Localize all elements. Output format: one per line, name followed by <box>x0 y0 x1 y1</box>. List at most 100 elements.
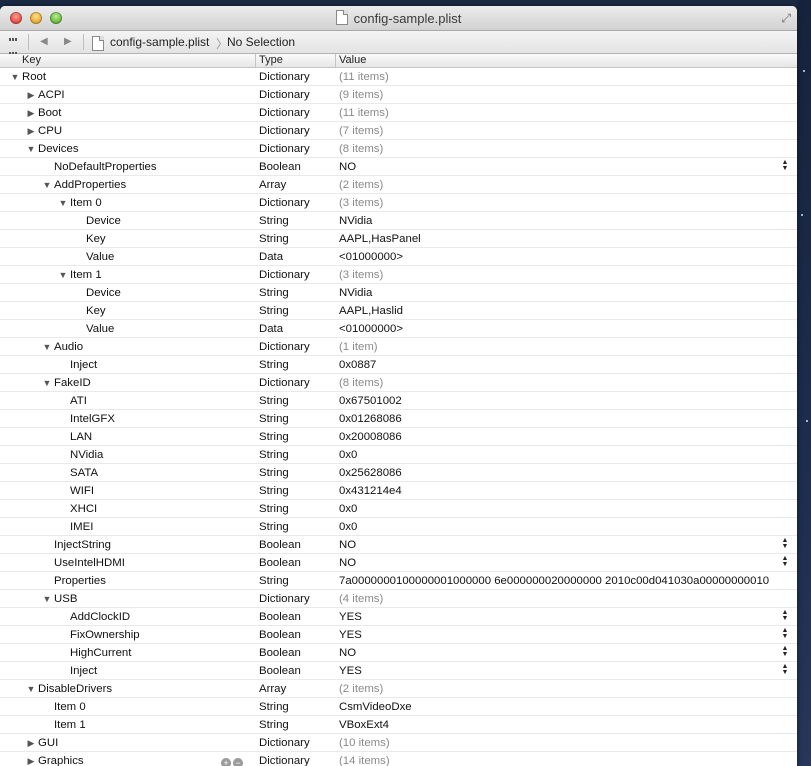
row-key[interactable]: Item 1 <box>70 266 102 284</box>
row-type[interactable]: String <box>259 212 289 230</box>
disclosure-collapsed-icon[interactable]: ▶ <box>26 752 36 766</box>
row-type[interactable]: Dictionary <box>259 338 310 356</box>
row-value[interactable]: 0x0 <box>339 518 357 536</box>
row-key[interactable]: SATA <box>70 464 98 482</box>
row-key[interactable]: Device <box>86 284 121 302</box>
row-type[interactable]: Dictionary <box>259 266 310 284</box>
value-popup-stepper-icon[interactable]: ▲ ▼ <box>781 537 789 550</box>
row-type[interactable]: String <box>259 518 289 536</box>
table-row[interactable]: HighCurrent Boolean NO ▲ ▼ <box>0 644 797 662</box>
row-value[interactable]: 0x0 <box>339 446 357 464</box>
disclosure-expanded-icon[interactable]: ▼ <box>58 194 68 212</box>
row-value[interactable]: 0x431214e4 <box>339 482 402 500</box>
row-key[interactable]: Properties <box>54 572 106 590</box>
row-value[interactable]: CsmVideoDxe <box>339 698 412 716</box>
disclosure-expanded-icon[interactable]: ▼ <box>42 374 52 392</box>
row-key[interactable]: HighCurrent <box>70 644 131 662</box>
row-type[interactable]: Array <box>259 680 286 698</box>
table-row[interactable]: ▶ ACPI Dictionary (9 items) <box>0 86 797 104</box>
row-key[interactable]: ACPI <box>38 86 65 104</box>
add-item-icon[interactable]: + <box>221 758 231 766</box>
row-type[interactable]: Boolean <box>259 644 301 662</box>
row-value[interactable]: 0x0 <box>339 500 357 518</box>
row-type[interactable]: String <box>259 230 289 248</box>
column-header-key[interactable]: Key <box>22 54 41 67</box>
table-row[interactable]: Value Data <01000000> <box>0 248 797 266</box>
row-value[interactable]: <01000000> <box>339 320 403 338</box>
row-key[interactable]: NoDefaultProperties <box>54 158 157 176</box>
row-key[interactable]: Graphics <box>38 752 84 766</box>
row-key[interactable]: Item 0 <box>70 194 102 212</box>
row-type[interactable]: Data <box>259 320 283 338</box>
title-bar[interactable]: config-sample.plist ⤢ <box>0 6 797 31</box>
table-row[interactable]: ▶ GUI Dictionary (10 items) <box>0 734 797 752</box>
row-type[interactable]: String <box>259 698 289 716</box>
row-value[interactable]: 0x20008086 <box>339 428 402 446</box>
row-value[interactable]: YES <box>339 608 362 626</box>
forward-arrow-icon[interactable]: ▶ <box>64 36 72 47</box>
row-key[interactable]: AddClockID <box>70 608 130 626</box>
table-row[interactable]: FixOwnership Boolean YES ▲ ▼ <box>0 626 797 644</box>
disclosure-expanded-icon[interactable]: ▼ <box>42 590 52 608</box>
row-type[interactable]: String <box>259 284 289 302</box>
value-popup-stepper-icon[interactable]: ▲ ▼ <box>781 627 789 640</box>
table-row[interactable]: Key String AAPL,HasPanel <box>0 230 797 248</box>
row-value[interactable]: AAPL,Haslid <box>339 302 403 320</box>
row-type[interactable]: String <box>259 392 289 410</box>
row-type[interactable]: String <box>259 716 289 734</box>
row-key[interactable]: Item 0 <box>54 698 86 716</box>
value-popup-stepper-icon[interactable]: ▲ ▼ <box>781 609 789 622</box>
table-row[interactable]: XHCI String 0x0 <box>0 500 797 518</box>
table-row[interactable]: ▼ Devices Dictionary (8 items) <box>0 140 797 158</box>
row-key[interactable]: Devices <box>38 140 79 158</box>
row-type[interactable]: String <box>259 482 289 500</box>
row-key[interactable]: Inject <box>70 662 97 680</box>
row-key[interactable]: IntelGFX <box>70 410 115 428</box>
row-value[interactable]: YES <box>339 626 362 644</box>
row-key[interactable]: Item 1 <box>54 716 86 734</box>
disclosure-collapsed-icon[interactable]: ▶ <box>26 104 36 122</box>
row-type[interactable]: Dictionary <box>259 194 310 212</box>
row-type[interactable]: Dictionary <box>259 86 310 104</box>
row-key[interactable]: ATI <box>70 392 87 410</box>
value-popup-stepper-icon[interactable]: ▲ ▼ <box>781 645 789 658</box>
disclosure-expanded-icon[interactable]: ▼ <box>58 266 68 284</box>
row-key[interactable]: Value <box>86 248 114 266</box>
row-type[interactable]: Boolean <box>259 158 301 176</box>
row-type[interactable]: Data <box>259 248 283 266</box>
row-key[interactable]: LAN <box>70 428 92 446</box>
row-value[interactable]: NO <box>339 644 356 662</box>
disclosure-expanded-icon[interactable]: ▼ <box>42 176 52 194</box>
row-value[interactable]: 7a0000000100000001000000 6e0000000200000… <box>339 572 769 590</box>
row-key[interactable]: UseIntelHDMI <box>54 554 125 572</box>
table-row[interactable]: Item 0 String CsmVideoDxe <box>0 698 797 716</box>
row-key[interactable]: Inject <box>70 356 97 374</box>
row-type[interactable]: String <box>259 356 289 374</box>
row-type[interactable]: Dictionary <box>259 734 310 752</box>
row-type[interactable]: Boolean <box>259 536 301 554</box>
row-key[interactable]: FakeID <box>54 374 91 392</box>
row-value[interactable]: NO <box>339 158 356 176</box>
row-type[interactable]: String <box>259 500 289 518</box>
row-key[interactable]: Device <box>86 212 121 230</box>
table-row[interactable]: WIFI String 0x431214e4 <box>0 482 797 500</box>
table-row[interactable]: ▼ FakeID Dictionary (8 items) <box>0 374 797 392</box>
row-type[interactable]: Boolean <box>259 626 301 644</box>
table-row[interactable]: ▼ USB Dictionary (4 items) <box>0 590 797 608</box>
row-key[interactable]: Root <box>22 68 46 86</box>
row-key[interactable]: Audio <box>54 338 83 356</box>
table-row[interactable]: ▶ Graphics + − Dictionary (14 items) <box>0 752 797 766</box>
row-type[interactable]: String <box>259 428 289 446</box>
column-header-type[interactable]: Type <box>255 54 283 67</box>
value-popup-stepper-icon[interactable]: ▲ ▼ <box>781 555 789 568</box>
remove-item-icon[interactable]: − <box>233 758 243 766</box>
table-row[interactable]: ▶ Boot Dictionary (11 items) <box>0 104 797 122</box>
row-key[interactable]: XHCI <box>70 500 97 518</box>
disclosure-collapsed-icon[interactable]: ▶ <box>26 122 36 140</box>
row-key[interactable]: GUI <box>38 734 58 752</box>
table-row[interactable]: InjectString Boolean NO ▲ ▼ <box>0 536 797 554</box>
table-row[interactable]: ▼ Audio Dictionary (1 item) <box>0 338 797 356</box>
row-value[interactable]: 0x0887 <box>339 356 376 374</box>
row-type[interactable]: String <box>259 572 289 590</box>
table-row[interactable]: IntelGFX String 0x01268086 <box>0 410 797 428</box>
